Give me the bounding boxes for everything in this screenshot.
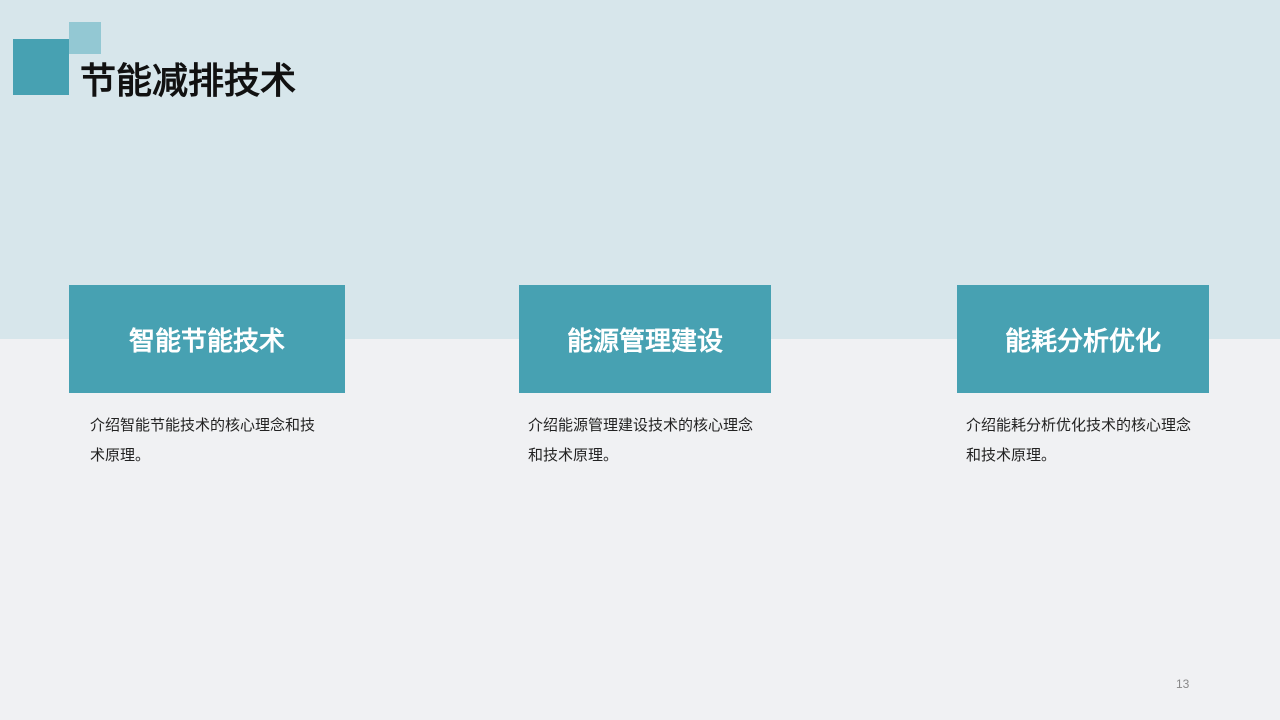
- decorative-square-small: [69, 22, 101, 54]
- card-description: 介绍能源管理建设技术的核心理念和技术原理。: [528, 416, 754, 464]
- page-title: 节能减排技术: [80, 61, 297, 102]
- card-heading: 能耗分析优化: [1004, 326, 1161, 357]
- bottom-background-band: [0, 339, 1280, 720]
- card-heading: 能源管理建设: [566, 326, 723, 357]
- page-number: 13: [1176, 677, 1190, 691]
- decorative-square-large: [13, 39, 69, 95]
- card-header-energy-management: 能源管理建设: [519, 285, 771, 393]
- card-description: 介绍智能节能技术的核心理念和技术原理。: [90, 416, 316, 464]
- card-header-consumption-analysis: 能耗分析优化: [957, 285, 1209, 393]
- card-header-smart-energy: 智能节能技术: [69, 285, 345, 393]
- card-heading: 智能节能技术: [128, 326, 285, 357]
- slide: 节能减排技术 智能节能技术 介绍智能节能技术的核心理念和技术原理。 能源管理建设…: [0, 0, 1280, 720]
- card-description: 介绍能耗分析优化技术的核心理念和技术原理。: [966, 416, 1192, 464]
